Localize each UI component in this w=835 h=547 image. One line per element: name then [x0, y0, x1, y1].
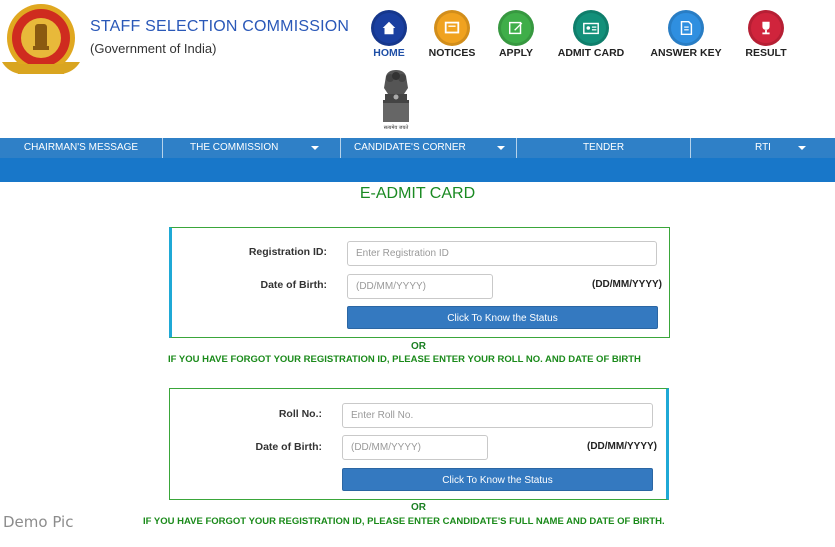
- document-icon[interactable]: [668, 10, 704, 46]
- page-title: E-ADMIT CARD: [359, 185, 476, 202]
- dob-label: Date of Birth:: [260, 279, 328, 291]
- nav-answer-key-label[interactable]: ANSWER KEY: [650, 47, 721, 59]
- menu-chairmans-message-label: CHAIRMAN'S MESSAGE: [23, 142, 139, 153]
- edit-icon[interactable]: [498, 10, 534, 46]
- registration-id-input[interactable]: [347, 241, 657, 266]
- chevron-down-icon[interactable]: [798, 146, 806, 150]
- dob-input[interactable]: [342, 435, 488, 460]
- roll-number-form: Roll No.: Date of Birth: (DD/MM/YYYY) Cl…: [169, 388, 669, 500]
- nav-home-label[interactable]: HOME: [373, 47, 405, 59]
- home-icon[interactable]: [371, 10, 407, 46]
- dob-label: Date of Birth:: [255, 441, 323, 453]
- org-subtitle: (Government of India): [90, 41, 217, 56]
- menu-candidates-corner-label: CANDIDATE'S CORNER: [354, 142, 466, 153]
- nav-result-label[interactable]: RESULT: [745, 47, 786, 59]
- chevron-down-icon[interactable]: [311, 146, 319, 150]
- menu-rti-label: RTI: [755, 142, 771, 153]
- ssc-logo[interactable]: [0, 2, 82, 78]
- dob-format-hint: (DD/MM/YYYY): [587, 441, 657, 452]
- id-card-icon[interactable]: [573, 10, 609, 46]
- dob-input[interactable]: [347, 274, 493, 299]
- org-name: STAFF SELECTION COMMISSION: [90, 18, 350, 35]
- menu-rti[interactable]: RTI: [691, 138, 835, 158]
- registration-form: Registration ID: Date of Birth: (DD/MM/Y…: [169, 227, 670, 338]
- nav-apply-label[interactable]: APPLY: [499, 47, 533, 59]
- forgot-registration-name-hint: IF YOU HAVE FORGOT YOUR REGISTRATION ID,…: [143, 516, 665, 527]
- menu-tender[interactable]: TENDER: [517, 138, 691, 158]
- menu-tender-label: TENDER: [582, 142, 625, 153]
- watermark: Demo Pic: [3, 513, 74, 531]
- menu-the-commission-label: THE COMMISSION: [190, 142, 279, 153]
- registration-id-label: Registration ID:: [248, 246, 327, 258]
- or-divider: OR: [411, 502, 426, 513]
- menu-chairmans-message[interactable]: CHAIRMAN'S MESSAGE: [0, 138, 163, 158]
- chevron-down-icon[interactable]: [497, 146, 505, 150]
- nav-notices-label[interactable]: NOTICES: [429, 47, 476, 59]
- trophy-icon[interactable]: [748, 10, 784, 46]
- menu-candidates-corner[interactable]: CANDIDATE'S CORNER: [341, 138, 517, 158]
- notice-board-icon[interactable]: [434, 10, 470, 46]
- dob-format-hint: (DD/MM/YYYY): [592, 279, 662, 290]
- or-divider: OR: [411, 341, 426, 352]
- nav-admit-card-label[interactable]: ADMIT CARD: [558, 47, 625, 59]
- secondary-bar: [0, 158, 835, 182]
- emblem-caption: सत्यमेव जयते: [384, 124, 409, 131]
- check-status-button[interactable]: Click To Know the Status: [342, 468, 653, 491]
- national-emblem: सत्यमेव जयते: [376, 68, 416, 132]
- check-status-button[interactable]: Click To Know the Status: [347, 306, 658, 329]
- roll-no-input[interactable]: [342, 403, 653, 428]
- main-menu-bar: CHAIRMAN'S MESSAGE THE COMMISSION CANDID…: [0, 138, 835, 158]
- forgot-registration-hint: IF YOU HAVE FORGOT YOUR REGISTRATION ID,…: [168, 354, 641, 365]
- menu-the-commission[interactable]: THE COMMISSION: [163, 138, 341, 158]
- roll-no-label: Roll No.:: [278, 408, 322, 420]
